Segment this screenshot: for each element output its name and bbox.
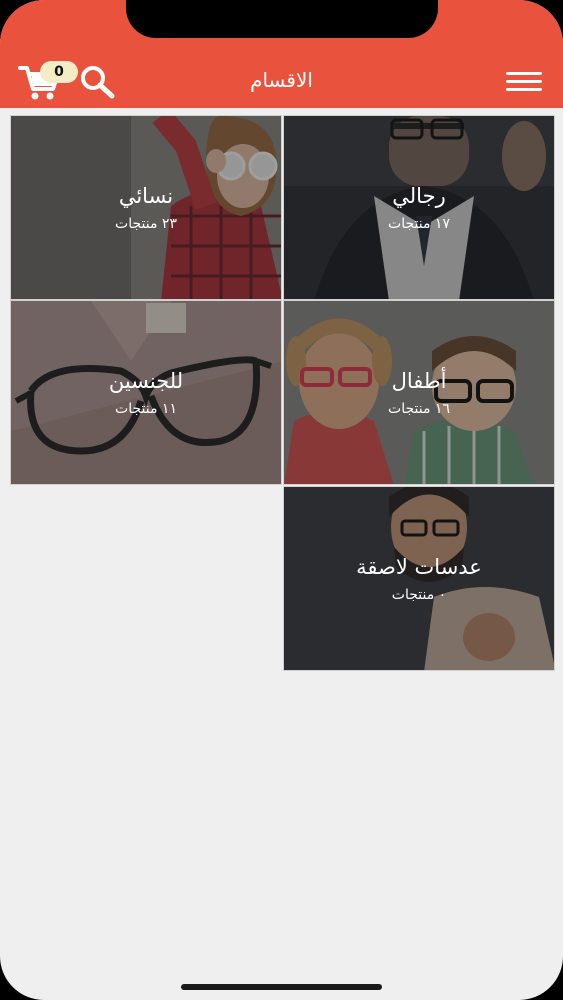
category-tile-men[interactable]: رجالي ١٧ منتجات	[283, 115, 555, 300]
category-count: ١٧ منتجات	[388, 216, 450, 232]
category-count: ١٦ منتجات	[388, 401, 450, 417]
home-indicator[interactable]	[181, 984, 382, 990]
app-header: الاقسام 0	[0, 0, 563, 108]
category-count: ١١ منتجات	[115, 401, 177, 417]
category-title: رجالي	[392, 184, 446, 208]
device-notch	[126, 0, 438, 38]
search-icon	[81, 66, 115, 99]
category-tile-unisex[interactable]: للجنسين ١١ منتجات	[10, 300, 282, 485]
cart-count-badge: 0	[40, 61, 78, 83]
category-title: نسائي	[118, 184, 174, 208]
category-tile-women[interactable]: نسائي ٢٣ منتجات	[10, 115, 282, 300]
search-button[interactable]	[78, 64, 118, 100]
hamburger-icon	[506, 72, 542, 75]
category-title: للجنسين	[108, 369, 184, 393]
category-count: ٢٣ منتجات	[115, 216, 177, 232]
category-tile-kids[interactable]: أطفال ١٦ منتجات	[283, 300, 555, 485]
menu-button[interactable]	[506, 70, 544, 94]
category-count: ٠ منتجات	[391, 587, 447, 603]
category-tile-contact-lenses[interactable]: عدسات لاصقة ٠ منتجات	[283, 486, 555, 671]
category-title: أطفال	[391, 369, 447, 393]
category-title: عدسات لاصقة	[356, 555, 482, 579]
app-screen: الاقسام 0 رجالي ١٧ منتجات نسائي ٢٣ منتجا…	[0, 0, 563, 1000]
